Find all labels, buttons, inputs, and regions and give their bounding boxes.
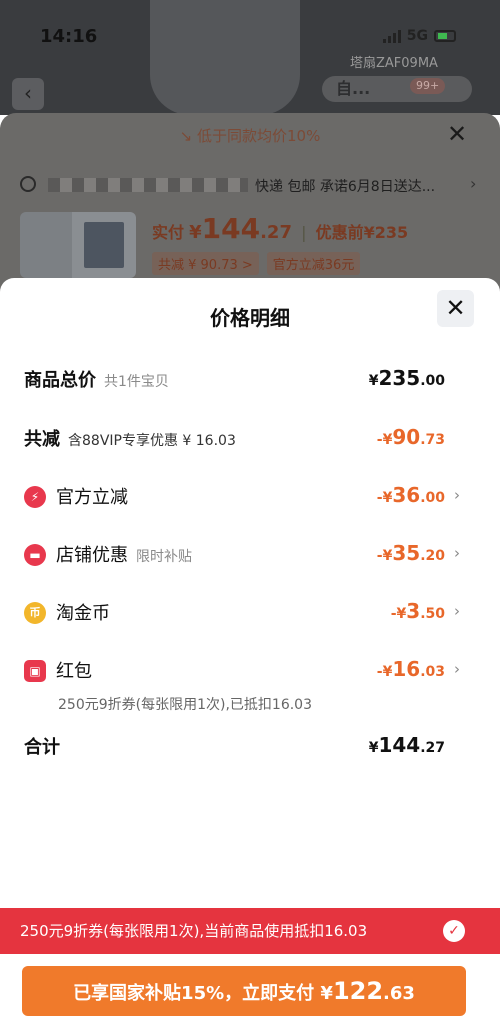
nav-pill[interactable]: 自... — [322, 76, 472, 102]
pay-button[interactable]: 已享国家补贴15%，立即支付 ¥122.63 — [22, 966, 466, 1016]
close-icon: ✕ — [445, 294, 466, 322]
back-button[interactable]: ‹ — [12, 78, 44, 110]
status-indicators: 5G — [382, 28, 456, 44]
chevron-right-icon: › — [454, 660, 460, 678]
background-pay-price: 实付 ¥144.27 | 优惠前¥235 — [152, 212, 409, 245]
close-button[interactable]: ✕ — [437, 290, 474, 327]
product-photo — [150, 0, 300, 115]
deal-banner: ↘ 低于同款均价10% — [179, 127, 321, 145]
chevron-right-icon: › — [470, 174, 477, 193]
red-packet-icon: ▣ — [24, 660, 46, 682]
row-total-price: 商品总价 共1件宝贝 ¥235.00 — [24, 366, 445, 391]
product-thumbnail — [20, 212, 136, 278]
row-sum: 合计 ¥144.27 — [24, 733, 445, 758]
lightning-icon: ⚡ — [24, 486, 46, 508]
chevron-right-icon: › — [454, 486, 460, 504]
check-icon[interactable]: ✓ — [443, 920, 465, 942]
coupon-banner[interactable]: 250元9折券(每张限用1次),当前商品使用抵扣16.03 ✓ — [0, 908, 500, 954]
address-row[interactable]: 快递 包邮 承诺6月8日送达... › — [20, 174, 480, 196]
cart-badge: 99+ — [410, 78, 446, 94]
reduce-amount: -¥90.73 — [376, 425, 445, 449]
model-code: 塔扇ZAF09MA — [350, 56, 438, 71]
coin-icon: 币 — [24, 602, 46, 624]
tag-official-reduce: 官方立减36元 — [266, 252, 361, 275]
blurred-address — [48, 178, 248, 192]
tag-total-reduce: 共减 ¥ 90.73 > — [152, 252, 259, 275]
total-amount: ¥235.00 — [368, 366, 445, 390]
chevron-right-icon: › — [454, 544, 460, 562]
background-close-icon[interactable]: ✕ — [447, 120, 467, 148]
chevron-right-icon: › — [454, 602, 460, 620]
row-official-reduce[interactable]: ⚡ 官方立减 -¥36.00 › — [24, 483, 476, 513]
row-coin[interactable]: 币 淘金币 -¥3.50 › — [24, 599, 476, 629]
row-red-packet[interactable]: ▣ 红包 -¥16.03 › — [24, 657, 476, 687]
store-icon: ▬ — [24, 544, 46, 566]
row-store-discount[interactable]: ▬ 店铺优惠 限时补贴 -¥35.20 › — [24, 541, 476, 571]
signal-icon — [382, 29, 401, 43]
status-time: 14:16 — [40, 26, 98, 47]
location-pin-icon — [20, 176, 36, 192]
network-type: 5G — [406, 28, 428, 44]
sheet-title: 价格明细 — [210, 306, 290, 330]
row-total-reduce: 共减 含88VIP专享优惠 ¥ 16.03 -¥90.73 — [24, 425, 445, 450]
background-tags: 共减 ¥ 90.73 > 官方立减36元 — [152, 252, 361, 275]
delivery-info: 快递 包邮 承诺6月8日送达... — [255, 179, 436, 195]
battery-icon — [434, 30, 456, 42]
trend-down-icon: ↘ — [179, 127, 193, 145]
coupon-note: 250元9折券(每张限用1次),已抵扣16.03 — [58, 697, 312, 713]
sum-amount: ¥144.27 — [368, 733, 445, 757]
price-detail-sheet: 价格明细 ✕ 商品总价 共1件宝贝 ¥235.00 共减 含88VIP专享优惠 ¥ … — [0, 278, 500, 1029]
